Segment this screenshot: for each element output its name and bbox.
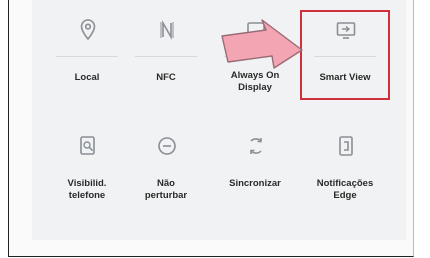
sync-icon bbox=[242, 132, 270, 160]
do-not-disturb-icon bbox=[153, 132, 181, 160]
pointer-arrow-icon bbox=[221, 19, 303, 69]
tile-label-sync: Sincronizar bbox=[229, 178, 281, 189]
nfc-icon bbox=[153, 16, 181, 44]
tile-label-edge-notifications: Notificações Edge bbox=[316, 178, 374, 201]
tile-phone-visibility[interactable]: Visibilid. telefone bbox=[48, 126, 126, 216]
tile-sync[interactable]: Sincronizar bbox=[216, 126, 294, 216]
tile-label-do-not-disturb: Não perturbar bbox=[144, 178, 188, 201]
tile-label-nfc: NFC bbox=[156, 72, 176, 83]
tile-divider bbox=[135, 56, 197, 57]
tile-location[interactable]: Local bbox=[48, 10, 126, 100]
location-pin-icon bbox=[74, 16, 102, 44]
tile-nfc[interactable]: NFC bbox=[127, 10, 205, 100]
tile-do-not-disturb[interactable]: Não perturbar bbox=[127, 126, 205, 216]
phone-visibility-icon bbox=[74, 132, 102, 160]
tile-edge-notifications[interactable]: Notificações Edge bbox=[306, 126, 384, 216]
edge-notifications-icon bbox=[332, 132, 360, 160]
tile-label-phone-visibility: Visibilid. telefone bbox=[67, 178, 107, 201]
tile-divider bbox=[56, 56, 118, 57]
tile-label-location: Local bbox=[74, 72, 100, 83]
